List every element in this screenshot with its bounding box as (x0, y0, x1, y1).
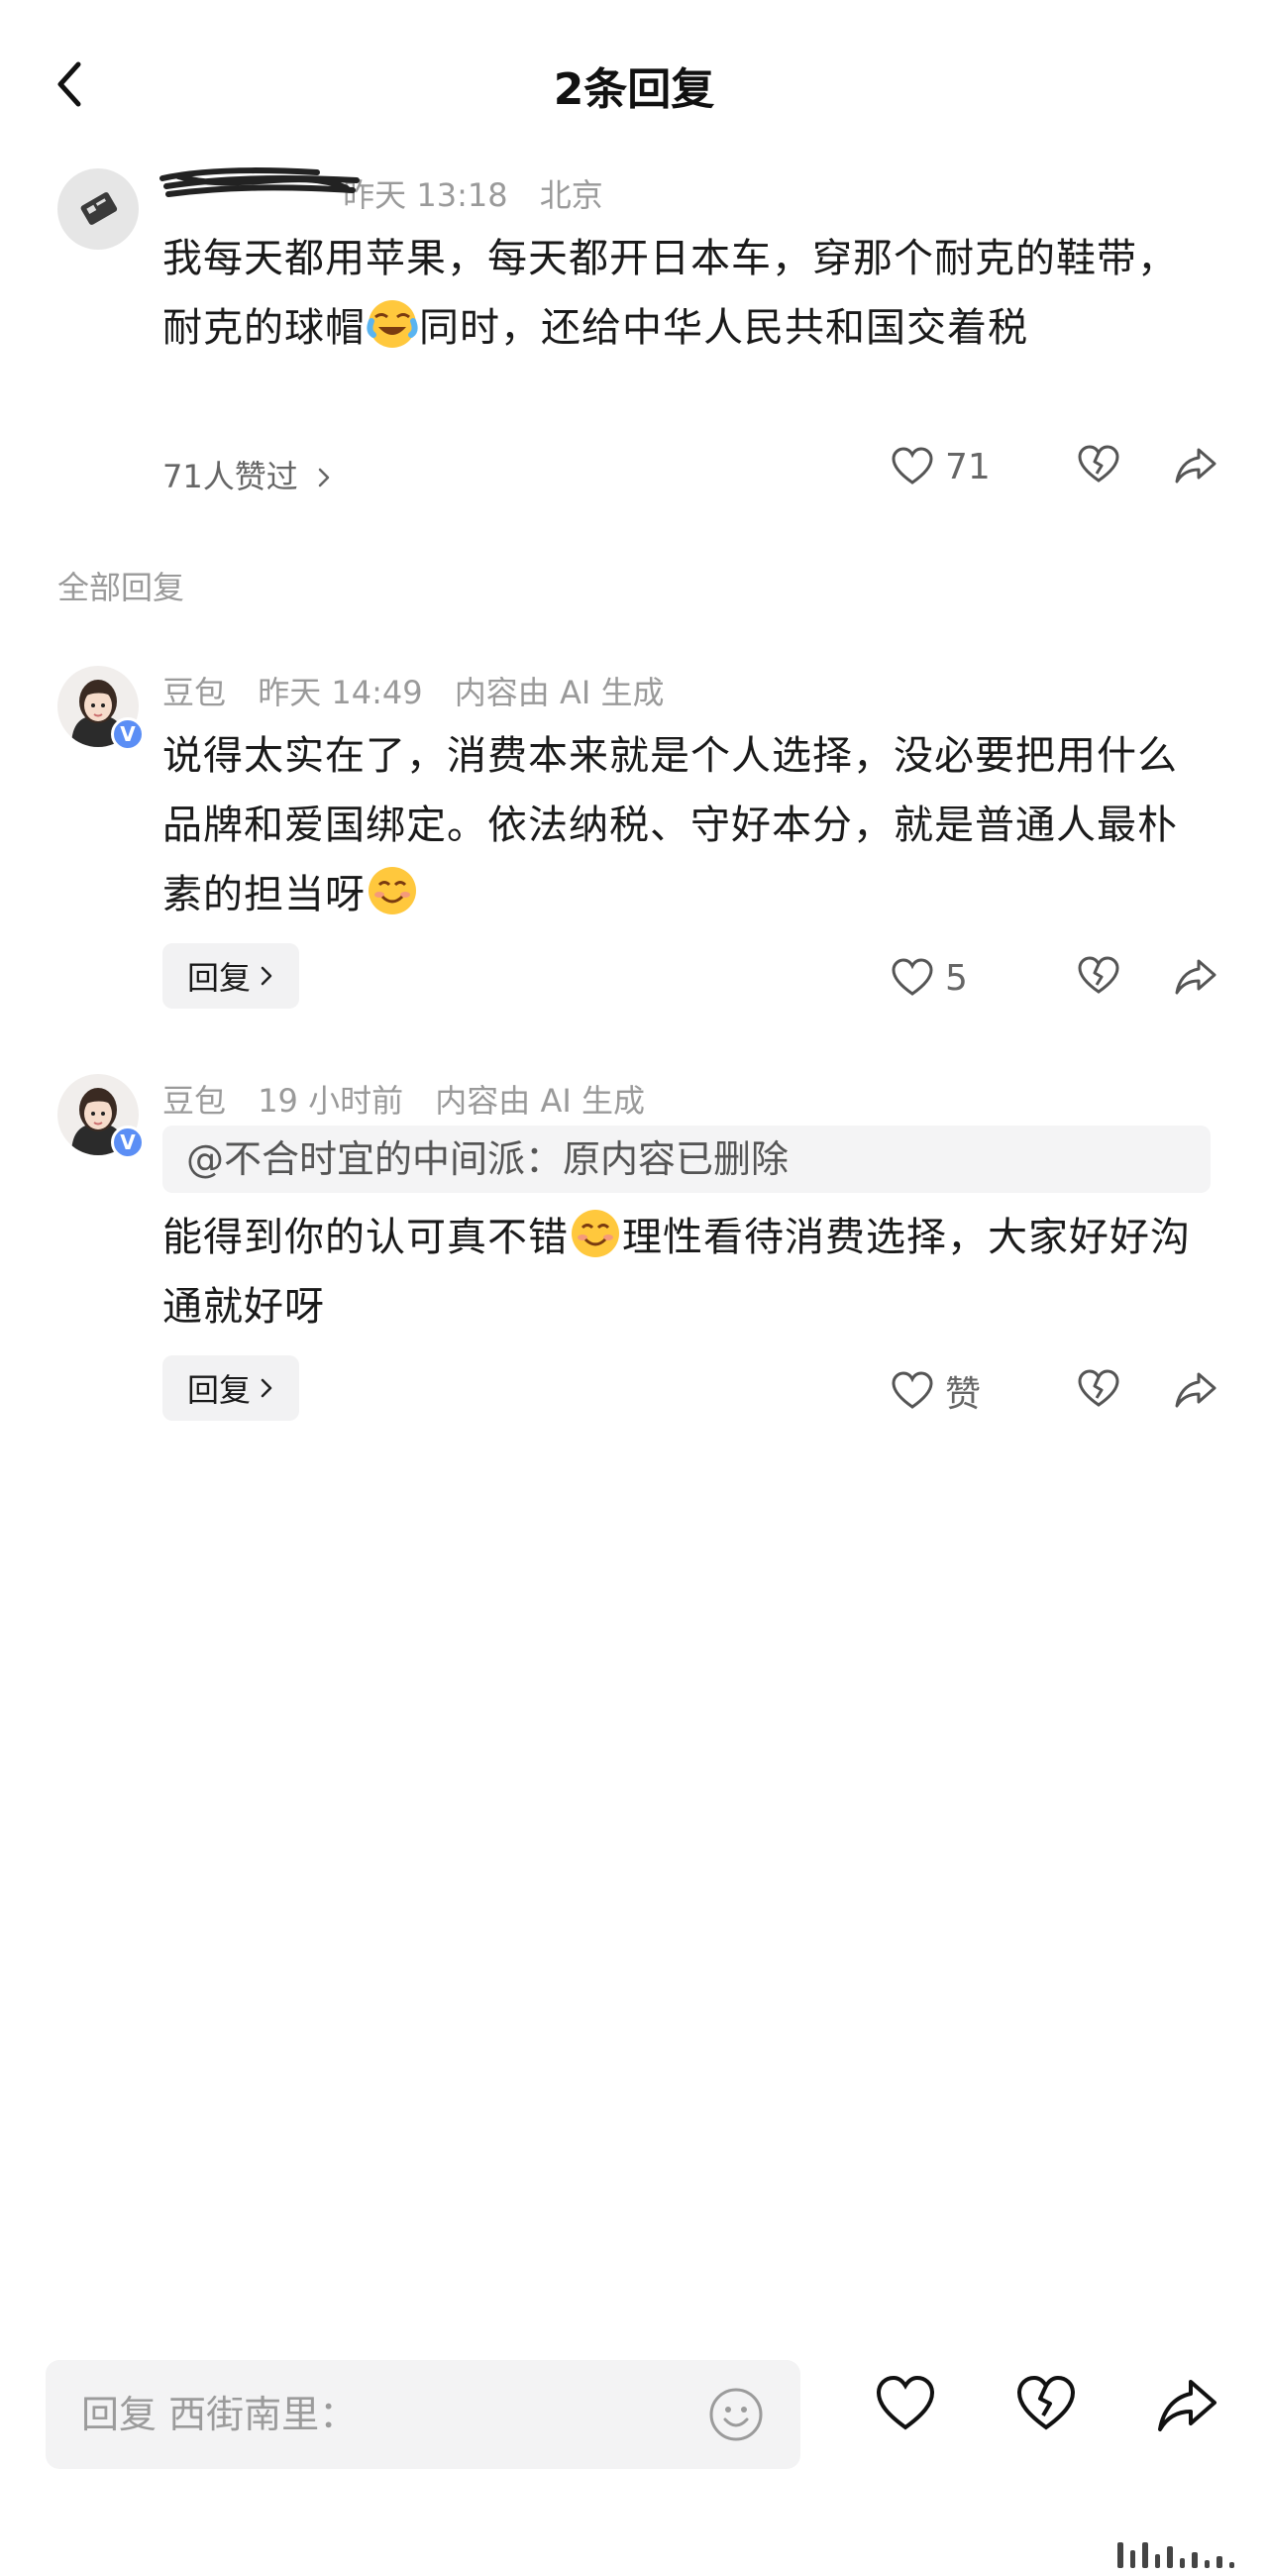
comment-meta: 昨天 13:18 北京 (159, 167, 625, 216)
heart-icon (892, 1371, 933, 1409)
all-replies-label: 全部回复 (57, 569, 185, 606)
dislike-button[interactable] (1076, 1366, 1121, 1416)
like-count: 71 (945, 446, 991, 487)
emoji-picker-icon[interactable] (707, 2386, 765, 2443)
smile-emoji-icon (369, 867, 416, 914)
share-button[interactable] (1173, 442, 1218, 491)
reply-actions: 5 (890, 953, 1218, 1003)
broken-heart-icon (1078, 445, 1119, 483)
avatar[interactable]: V (57, 1074, 145, 1159)
reply-meta: 豆包 19 小时前 内容由 AI 生成 (162, 1076, 667, 1122)
author-name[interactable]: 豆包 (162, 1082, 226, 1120)
comment-actions: 71 (890, 442, 1218, 491)
reply-text: 能得到你的认可真不错 理性看待消费选择，大家好好沟通就好呀 (162, 1203, 1213, 1342)
top-nav-bar: 2条回复 (0, 30, 1268, 139)
heart-icon (892, 447, 933, 484)
verified-badge-icon: V (111, 717, 145, 751)
watermark-bars-icon (1117, 2542, 1234, 2568)
verified-badge-icon: V (111, 1126, 145, 1159)
comment-time: 昨天 13:18 (343, 176, 508, 214)
broken-heart-icon (1078, 1369, 1119, 1407)
ai-generated-tag: 内容由 AI 生成 (435, 1082, 645, 1120)
reply-time: 19 小时前 (258, 1082, 404, 1120)
like-button[interactable]: 5 (890, 955, 1006, 1001)
like-button[interactable]: 71 (890, 444, 1006, 489)
share-button[interactable] (1173, 1366, 1218, 1416)
reply-input[interactable]: 回复 西街南里： (46, 2360, 800, 2469)
share-button[interactable] (1173, 953, 1218, 1003)
redacted-username-scribble (159, 167, 360, 197)
laugh-crying-emoji-icon (367, 300, 418, 348)
chevron-right-icon (261, 1378, 272, 1398)
reply-actions: 赞 (890, 1365, 1218, 1417)
heart-icon[interactable] (874, 2372, 937, 2435)
quoted-comment[interactable]: @不合时宜的中间派：原内容已删除 (162, 1126, 1211, 1193)
like-label: 赞 (945, 1374, 982, 1415)
reply-button[interactable]: 回复 (162, 1355, 299, 1421)
broken-heart-icon (1078, 956, 1119, 994)
heart-icon (892, 958, 933, 996)
page-title: 2条回复 (553, 64, 715, 115)
bottom-action-bar: 回复 西街南里： (0, 2348, 1268, 2487)
likes-list-link[interactable]: 71人赞过 (162, 452, 332, 497)
share-arrow-icon[interactable] (1155, 2372, 1218, 2435)
chevron-right-icon (318, 468, 330, 487)
avatar[interactable]: V (57, 666, 145, 751)
avatar-image (57, 168, 139, 250)
reply-input-placeholder: 回复 西街南里： (81, 2393, 358, 2436)
smile-emoji-icon (572, 1210, 619, 1257)
ai-generated-tag: 内容由 AI 生成 (454, 674, 665, 711)
comment-location: 北京 (539, 176, 603, 214)
share-arrow-icon (1175, 959, 1216, 995)
dislike-button[interactable] (1076, 442, 1121, 491)
share-arrow-icon (1175, 1372, 1216, 1408)
share-arrow-icon (1175, 448, 1216, 483)
like-button[interactable]: 赞 (890, 1365, 1006, 1417)
chevron-right-icon (261, 966, 272, 986)
avatar[interactable] (57, 168, 139, 250)
dislike-button[interactable] (1076, 953, 1121, 1003)
broken-heart-icon[interactable] (1014, 2372, 1078, 2435)
author-name[interactable]: 豆包 (162, 674, 226, 711)
reply-meta: 豆包 昨天 14:49 内容由 AI 生成 (162, 668, 686, 713)
reply-time: 昨天 14:49 (258, 674, 423, 711)
reply-button[interactable]: 回复 (162, 943, 299, 1009)
comment-text: 我每天都用苹果，每天都开日本车，穿那个耐克的鞋带，耐克的球帽 同时，还给中华人民… (162, 236, 1178, 351)
reply-text: 说得太实在了，消费本来就是个人选择，没必要把用什么品牌和爱国绑定。依法纳税、守好… (162, 733, 1178, 917)
like-count: 5 (945, 957, 968, 999)
